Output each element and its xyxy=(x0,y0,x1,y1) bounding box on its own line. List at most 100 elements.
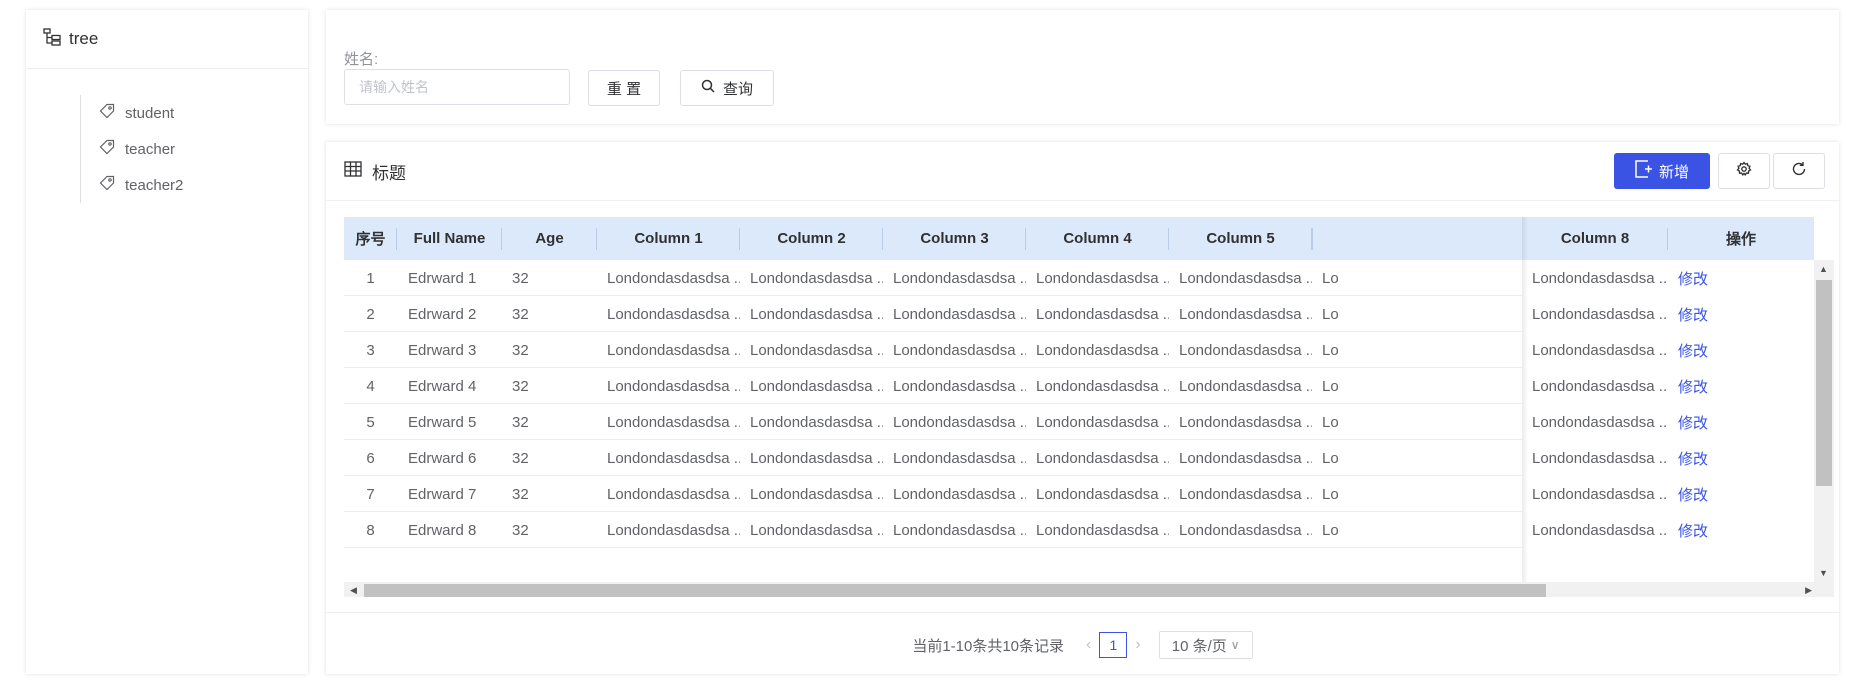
table-cell-c5: Londondasdasdsa ... xyxy=(1179,377,1312,395)
table-cell-c6: Lo xyxy=(1322,377,1339,395)
column-header-column-2: Column 2 xyxy=(740,217,883,260)
page-size-select[interactable]: 10 条/页 ∨ xyxy=(1158,631,1253,659)
tree-item-teacher[interactable]: teacher xyxy=(99,131,308,167)
name-field-label: 姓名: xyxy=(344,51,379,68)
table-row: 6 Edrward 6 32 Londondasdasdsa ... Londondas… xyxy=(344,440,1814,476)
table-cell-c5: Londondasdasdsa ... xyxy=(1179,341,1312,359)
table-cell-c3: Londondasdasdsa ... xyxy=(893,449,1026,467)
table-cell-c4: Londondasdasdsa ... xyxy=(1036,485,1169,503)
table-row: 3 Edrward 3 32 Londondasdasdsa ... Londondas… xyxy=(344,332,1814,368)
table-cell-c1: Londondasdasdsa ... xyxy=(607,413,740,431)
table-cell-c1: Londondasdasdsa ... xyxy=(607,521,740,539)
tree-title: tree xyxy=(69,29,99,48)
tree-item-teacher2[interactable]: teacher2 xyxy=(99,167,308,203)
edit-link[interactable]: 修改 xyxy=(1668,260,1814,296)
scroll-left-arrow-icon[interactable]: ◀ xyxy=(350,585,357,596)
tree-item-label: student xyxy=(125,104,175,122)
table-cell-index: 1 xyxy=(366,269,375,287)
table-cell-c4: Londondasdasdsa ... xyxy=(1036,341,1169,359)
table-cell-name: Edrward 2 xyxy=(408,305,477,323)
refresh-button[interactable] xyxy=(1773,153,1825,189)
pagination: 当前1-10条共10条记录 ‹ 1 › 10 条/页 ∨ xyxy=(326,630,1839,660)
table-cell-name: Edrward 6 xyxy=(408,449,477,467)
table-cell-c1: Londondasdasdsa ... xyxy=(607,341,740,359)
refresh-icon xyxy=(1791,161,1807,182)
search-panel: 姓名: 请输入姓名 重 置 查询 xyxy=(326,10,1839,124)
tree-item-label: teacher xyxy=(125,140,176,158)
table-cell-c1: Londondasdasdsa ... xyxy=(607,485,740,503)
edit-link[interactable]: 修改 xyxy=(1668,440,1814,476)
table-cell-c2: Londondasdasdsa ... xyxy=(750,413,883,431)
table-cell-age: 32 xyxy=(512,305,529,323)
table-cell-age: 32 xyxy=(512,449,529,467)
scroll-down-arrow-icon[interactable]: ▼ xyxy=(1819,568,1828,578)
table-panel-divider xyxy=(326,200,1839,201)
table-cell-c5: Londondasdasdsa ... xyxy=(1179,413,1312,431)
column-settings-button[interactable] xyxy=(1718,153,1770,189)
query-button[interactable]: 查询 xyxy=(680,70,774,106)
table-cell-c6: Lo xyxy=(1322,485,1339,503)
table-cell-c5: Londondasdasdsa ... xyxy=(1179,449,1312,467)
column-header-column-5: Column 5 xyxy=(1169,217,1312,260)
table-cell-c2: Londondasdasdsa ... xyxy=(750,341,883,359)
next-page-icon[interactable]: › xyxy=(1135,636,1140,654)
table-cell-c1: Londondasdasdsa ... xyxy=(607,377,740,395)
vertical-scrollbar[interactable]: ▲ ▼ xyxy=(1814,260,1834,582)
table-cell-age: 32 xyxy=(512,521,529,539)
table-row: 4 Edrward 4 32 Londondasdasdsa ... Londondas… xyxy=(344,368,1814,404)
table-cell-age: 32 xyxy=(512,341,529,359)
table-row: 7 Edrward 7 32 Londondasdasdsa ... Londondas… xyxy=(344,476,1814,512)
table-cell-c2: Londondasdasdsa ... xyxy=(750,449,883,467)
table-cell-name: Edrward 1 xyxy=(408,269,477,287)
reset-button[interactable]: 重 置 xyxy=(588,70,660,106)
column-header-column-6 xyxy=(1312,217,1522,260)
table-cell-age: 32 xyxy=(512,413,529,431)
horizontal-scrollbar[interactable]: ◀ ▶ xyxy=(344,582,1834,597)
table-cell-c5: Londondasdasdsa ... xyxy=(1179,305,1312,323)
table-row: 8 Edrward 8 32 Londondasdasdsa ... Londondas… xyxy=(344,512,1814,548)
table-cell-c6: Lo xyxy=(1322,341,1339,359)
name-search-input[interactable]: 请输入姓名 xyxy=(344,69,570,105)
tree-header: tree xyxy=(26,10,308,69)
table-cell-c4: Londondasdasdsa ... xyxy=(1036,377,1169,395)
fixed-column-shadow xyxy=(1522,217,1528,582)
table-cell-name: Edrward 3 xyxy=(408,341,477,359)
tree-item-student[interactable]: student xyxy=(99,95,308,131)
table-cell-c8: Londondasdasdsa ... xyxy=(1522,332,1668,368)
add-button[interactable]: 新增 xyxy=(1614,153,1710,189)
table-cell-c1: Londondasdasdsa ... xyxy=(607,269,740,287)
edit-link[interactable]: 修改 xyxy=(1668,476,1814,512)
edit-link[interactable]: 修改 xyxy=(1668,332,1814,368)
scroll-right-arrow-icon[interactable]: ▶ xyxy=(1805,585,1812,596)
table-cell-index: 8 xyxy=(366,521,375,539)
page-size-value: 10 条/页 xyxy=(1171,637,1227,655)
edit-link[interactable]: 修改 xyxy=(1668,512,1814,548)
table-cell-c1: Londondasdasdsa ... xyxy=(607,449,740,467)
table-cell-index: 5 xyxy=(366,413,375,431)
table-cell-name: Edrward 7 xyxy=(408,485,477,503)
page-number-button[interactable]: 1 xyxy=(1099,632,1128,658)
tree-item-label: teacher2 xyxy=(125,176,184,194)
table-cell-age: 32 xyxy=(512,377,529,395)
horizontal-scroll-thumb[interactable] xyxy=(364,584,1546,597)
edit-link[interactable]: 修改 xyxy=(1668,368,1814,404)
table-cell-c1: Londondasdasdsa ... xyxy=(607,305,740,323)
table-cell-c5: Londondasdasdsa ... xyxy=(1179,269,1312,287)
table-cell-index: 2 xyxy=(366,305,375,323)
table-cell-c3: Londondasdasdsa ... xyxy=(893,269,1026,287)
vertical-scroll-thumb[interactable] xyxy=(1816,280,1832,486)
table-cell-c3: Londondasdasdsa ... xyxy=(893,413,1026,431)
table-cell-c2: Londondasdasdsa ... xyxy=(750,521,883,539)
table-cell-c3: Londondasdasdsa ... xyxy=(893,485,1026,503)
table-cell-c8: Londondasdasdsa ... xyxy=(1522,512,1668,548)
column-header-actions: 操作 xyxy=(1725,231,1756,248)
tree-list: student teacher teacher2 xyxy=(80,95,308,203)
prev-page-icon[interactable]: ‹ xyxy=(1086,636,1091,654)
scroll-up-arrow-icon[interactable]: ▲ xyxy=(1819,264,1828,274)
edit-link[interactable]: 修改 xyxy=(1668,404,1814,440)
data-table: 序号 Full Name Age Column 1 Column 2 Colum… xyxy=(344,217,1834,597)
table-cell-name: Edrward 4 xyxy=(408,377,477,395)
edit-link[interactable]: 修改 xyxy=(1668,296,1814,332)
table-cell-c8: Londondasdasdsa ... xyxy=(1522,368,1668,404)
table-cell-c6: Lo xyxy=(1322,305,1339,323)
